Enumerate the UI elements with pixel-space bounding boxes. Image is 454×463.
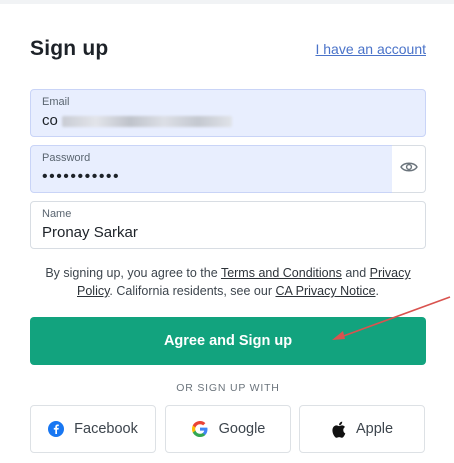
- terms-text: By signing up, you agree to the Terms an…: [30, 264, 426, 300]
- have-account-link[interactable]: I have an account: [315, 41, 426, 57]
- terms-and: and: [341, 266, 370, 280]
- terms-suffix: .: [375, 284, 379, 298]
- terms-middle: . California residents, see our: [109, 284, 276, 298]
- google-icon: [191, 420, 209, 438]
- google-label: Google: [218, 421, 266, 437]
- name-field[interactable]: Name Pronay Sarkar: [30, 201, 426, 249]
- email-visible-text: co: [42, 112, 58, 129]
- facebook-icon: [48, 421, 65, 437]
- facebook-signup-button[interactable]: Facebook: [30, 405, 156, 453]
- eye-icon: [399, 160, 418, 178]
- terms-prefix: By signing up, you agree to the: [45, 266, 221, 280]
- password-label: Password: [42, 152, 91, 164]
- apple-signup-button[interactable]: Apple: [299, 405, 425, 453]
- email-value[interactable]: co: [42, 112, 232, 129]
- email-label: Email: [42, 96, 70, 108]
- facebook-label: Facebook: [74, 421, 138, 437]
- email-redacted-blur: [61, 115, 232, 127]
- password-field[interactable]: Password •••••••••••: [30, 145, 393, 193]
- show-password-button[interactable]: [392, 145, 426, 193]
- top-divider: [0, 0, 454, 4]
- social-divider-text: OR SIGN UP WITH: [176, 382, 280, 394]
- email-field[interactable]: Email co: [30, 89, 426, 137]
- apple-icon: [331, 421, 346, 438]
- agree-signup-button[interactable]: Agree and Sign up: [30, 317, 426, 365]
- ca-privacy-notice-link[interactable]: CA Privacy Notice: [275, 284, 375, 298]
- apple-label: Apple: [355, 421, 394, 437]
- name-value[interactable]: Pronay Sarkar: [42, 224, 138, 241]
- terms-conditions-link[interactable]: Terms and Conditions: [221, 266, 342, 280]
- name-label: Name: [42, 208, 72, 220]
- password-value[interactable]: •••••••••••: [42, 168, 120, 186]
- google-signup-button[interactable]: Google: [165, 405, 291, 453]
- page-title: Sign up: [30, 37, 109, 60]
